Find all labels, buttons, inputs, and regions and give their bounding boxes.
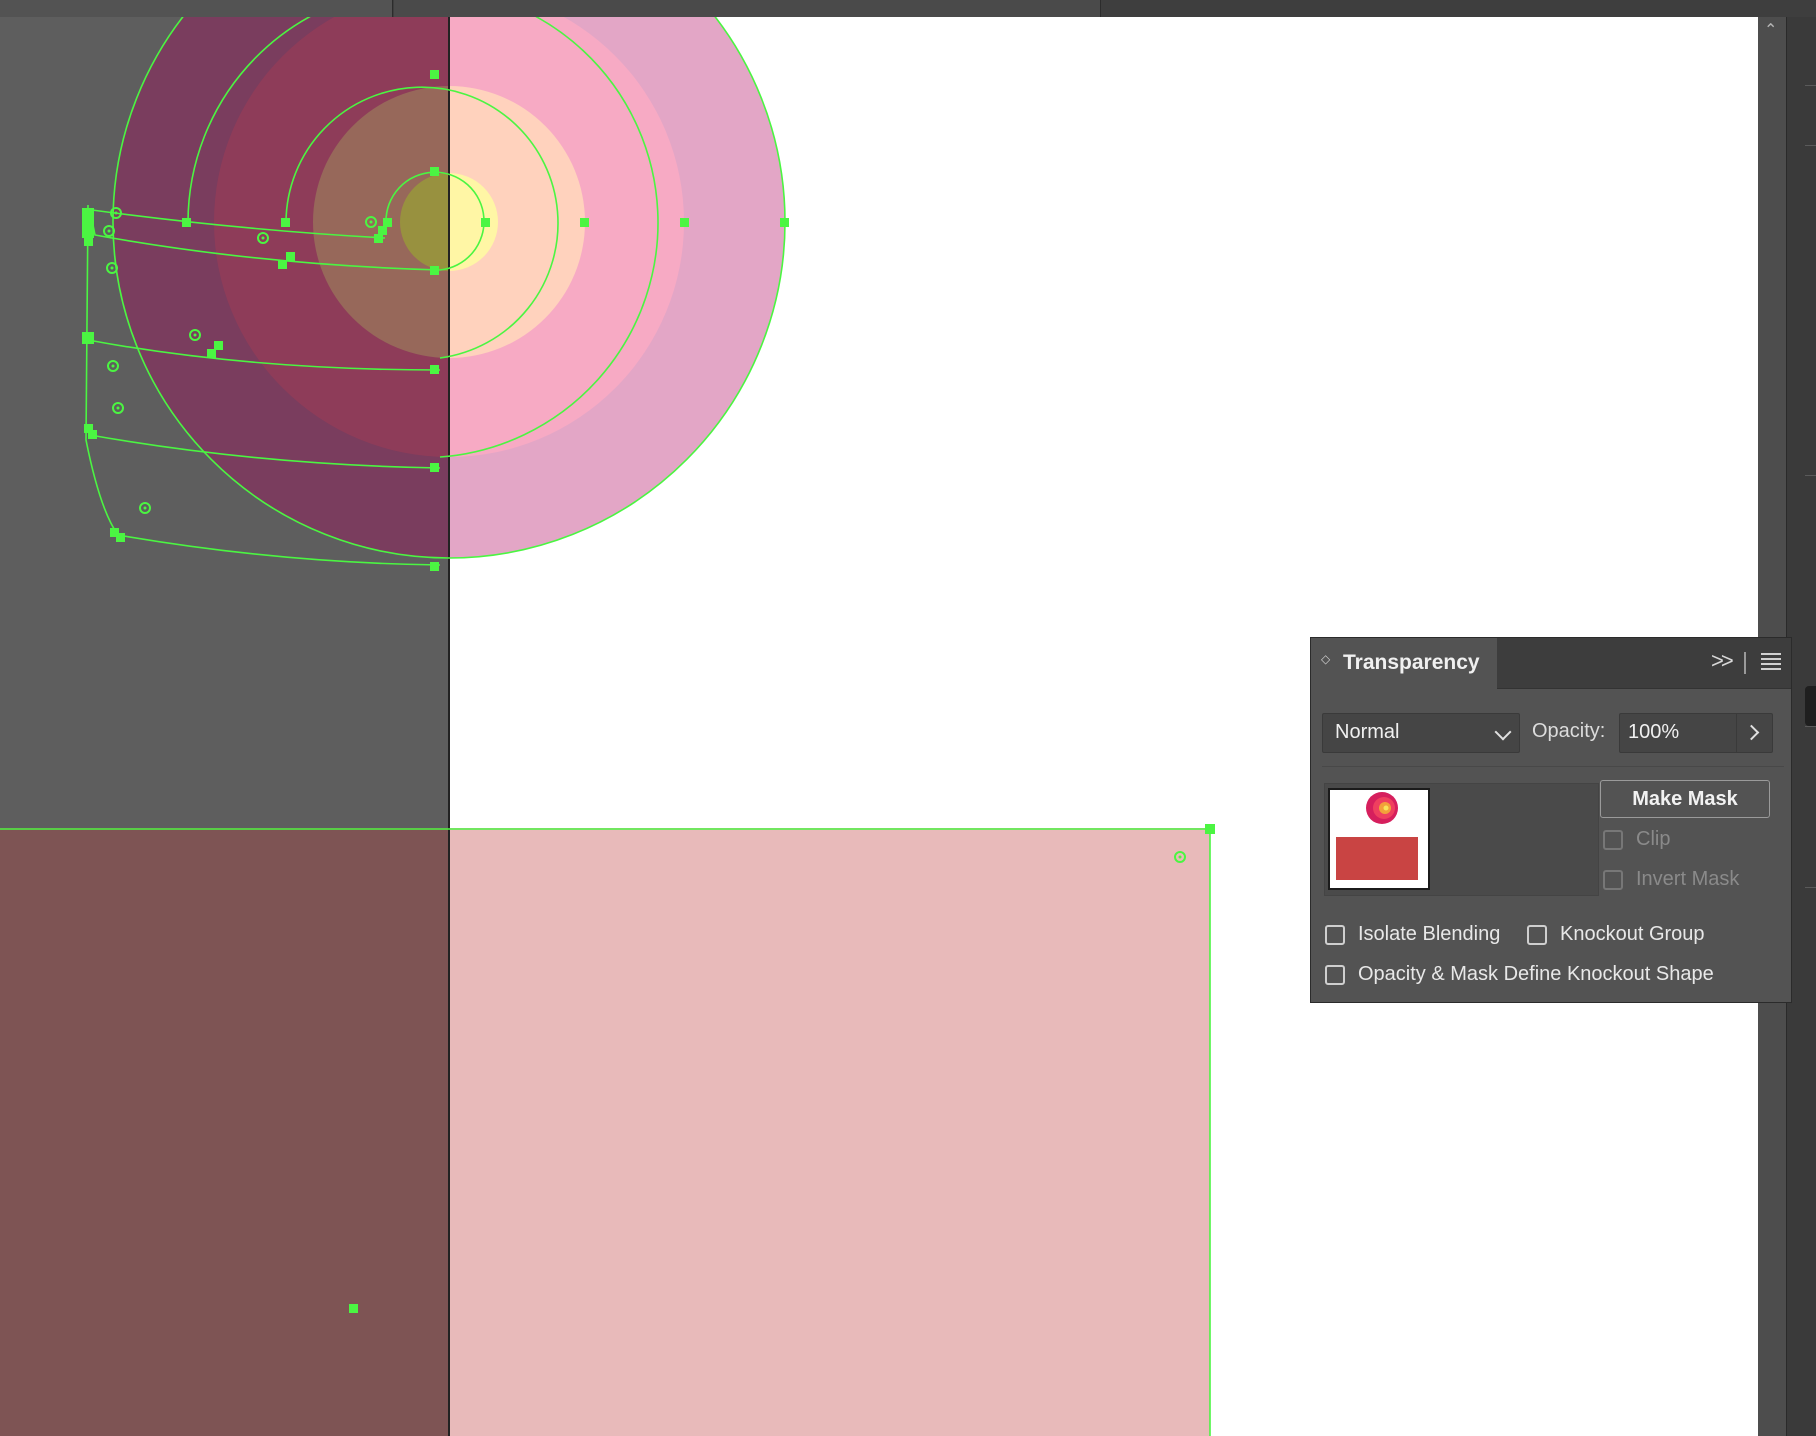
header-divider bbox=[1744, 652, 1746, 674]
panel-title: Transparency bbox=[1343, 651, 1480, 674]
isolate-blending-checkbox[interactable] bbox=[1325, 925, 1345, 945]
transparency-panel: ◇ Transparency >> Normal Opacity: 100% M… bbox=[1310, 637, 1792, 1003]
field-divider bbox=[1736, 714, 1737, 752]
opacity-label: Opacity: bbox=[1532, 720, 1606, 742]
opacity-mask-knockout-checkbox[interactable] bbox=[1325, 965, 1345, 985]
double-chevron-right-icon[interactable]: >> bbox=[1711, 648, 1734, 674]
rect-right bbox=[449, 828, 1210, 1436]
blend-mode-value: Normal bbox=[1335, 721, 1400, 743]
panel-divider bbox=[1322, 766, 1784, 767]
isolate-blending-label: Isolate Blending bbox=[1358, 923, 1501, 945]
blend-mode-dropdown[interactable]: Normal bbox=[1322, 713, 1520, 753]
knockout-group-label: Knockout Group bbox=[1560, 923, 1705, 945]
chevron-right-icon[interactable] bbox=[1743, 724, 1760, 741]
panel-header: ◇ Transparency >> bbox=[1311, 638, 1791, 690]
clip-checkbox[interactable] bbox=[1603, 830, 1623, 850]
dock-tab[interactable] bbox=[1805, 686, 1816, 726]
opacity-mask-knockout-label: Opacity & Mask Define Knockout Shape bbox=[1358, 963, 1714, 985]
thumbnail-area bbox=[1324, 783, 1599, 896]
opacity-field[interactable]: 100% bbox=[1619, 713, 1773, 753]
artwork-thumbnail[interactable] bbox=[1328, 788, 1430, 890]
chevron-up-icon[interactable]: ⌃ bbox=[1764, 23, 1777, 39]
chevron-down-icon bbox=[1494, 723, 1512, 741]
document-tab[interactable] bbox=[0, 0, 393, 17]
opacity-value[interactable]: 100% bbox=[1628, 721, 1679, 744]
clip-label: Clip bbox=[1636, 828, 1671, 850]
panel-tab-transparency[interactable]: ◇ Transparency bbox=[1311, 638, 1497, 690]
up-down-arrows-icon[interactable]: ◇ bbox=[1321, 653, 1330, 665]
make-mask-button[interactable]: Make Mask bbox=[1600, 780, 1770, 818]
hamburger-menu-icon[interactable] bbox=[1761, 653, 1781, 670]
document-tab-bar bbox=[0, 0, 1816, 17]
invert-mask-checkbox[interactable] bbox=[1603, 870, 1623, 890]
rect-left bbox=[0, 828, 449, 1436]
invert-mask-label: Invert Mask bbox=[1636, 868, 1740, 890]
document-tab[interactable] bbox=[394, 0, 1101, 17]
knockout-group-checkbox[interactable] bbox=[1527, 925, 1547, 945]
